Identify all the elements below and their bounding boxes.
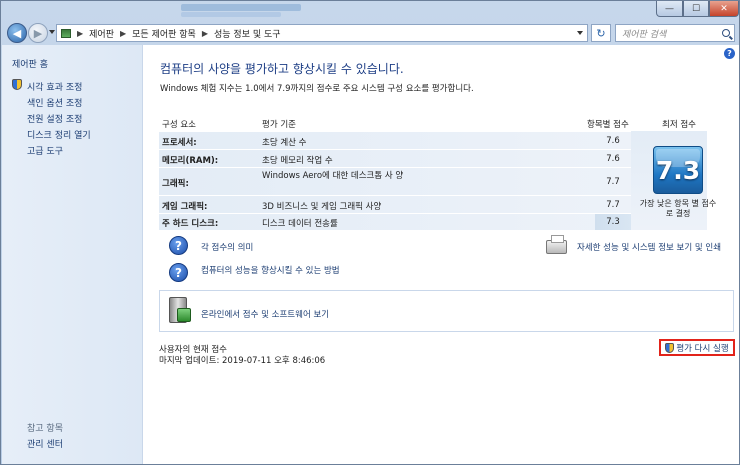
sidebar-item-home[interactable]: 제어판 홈: [12, 57, 48, 70]
help-icon[interactable]: ?: [724, 48, 735, 59]
refresh-button[interactable]: ↻: [591, 24, 611, 42]
address-dropdown-icon[interactable]: [577, 31, 583, 35]
row-component: 게임 그래픽:: [162, 202, 208, 212]
header-base-score: 최저 점수: [662, 120, 696, 130]
maximize-button[interactable]: ☐: [683, 1, 709, 17]
table-header: 구성 요소 평가 기준 항목별 점수 최저 점수: [159, 115, 707, 130]
row-criteria: 초당 메모리 작업 수: [262, 156, 333, 166]
search-icon[interactable]: [722, 29, 730, 37]
rerun-assessment-label: 평가 다시 실행: [676, 343, 729, 354]
breadcrumb-separator[interactable]: ▶: [202, 29, 208, 38]
sidebar-item-disk-cleanup[interactable]: 디스크 정리 열기: [27, 128, 91, 141]
row-score: 7.6: [606, 136, 620, 146]
title-bar-blur-secondary: [181, 12, 281, 17]
back-button[interactable]: ◀: [7, 23, 27, 43]
page-title: 컴퓨터의 사양을 평가하고 향상시킬 수 있습니다.: [160, 62, 404, 76]
title-bar[interactable]: — ☐ ✕: [1, 1, 739, 21]
search-placeholder: 제어판 검색: [622, 29, 667, 40]
row-component: 프로세서:: [162, 138, 197, 148]
question-icon: ?: [169, 236, 188, 255]
control-panel-icon: [61, 28, 71, 38]
table-row: 게임 그래픽: 3D 비즈니스 및 게임 그래픽 사양 7.7: [159, 195, 631, 213]
breadcrumb-separator[interactable]: ▶: [77, 29, 83, 38]
uac-shield-icon: [12, 79, 22, 90]
header-criteria: 평가 기준: [262, 120, 296, 130]
question-icon: ?: [169, 263, 188, 282]
row-component: 그래픽:: [162, 179, 189, 189]
sidebar-item-visual-effects[interactable]: 시각 효과 조정: [27, 80, 82, 93]
row-criteria: Windows Aero에 대한 데스크톱 사 양: [262, 171, 404, 181]
page-description: Windows 체험 지수는 1.0에서 7.9까지의 점수로 주요 시스템 구…: [160, 84, 474, 94]
rerun-assessment-button[interactable]: 평가 다시 실행: [659, 339, 735, 356]
last-updated-label: 마지막 업데이트: 2019-07-11 오후 8:46:06: [159, 356, 326, 366]
link-online-scores[interactable]: 온라인에서 점수 및 소프트웨어 보기: [201, 308, 329, 320]
close-button[interactable]: ✕: [709, 1, 739, 17]
base-score-badge: 7.3: [653, 146, 703, 194]
title-bar-blur: [181, 4, 301, 11]
printer-icon: [546, 235, 567, 254]
table-row: 메모리(RAM): 초당 메모리 작업 수 7.6: [159, 149, 631, 167]
software-box-icon: [169, 297, 191, 323]
forward-button[interactable]: ▶: [28, 23, 48, 43]
table-row: 프로세서: 초당 계산 수 7.6: [159, 131, 631, 149]
breadcrumb-performance[interactable]: 성능 정보 및 도구: [214, 27, 281, 40]
sidebar-item-action-center[interactable]: 관리 센터: [27, 437, 63, 450]
address-bar[interactable]: ▶ 제어판 ▶ 모든 제어판 항목 ▶ 성능 정보 및 도구: [56, 24, 588, 42]
row-score-lowest: 7.3: [595, 214, 631, 230]
uac-shield-icon: [665, 342, 675, 353]
link-score-meaning[interactable]: 각 점수의 의미: [201, 241, 253, 253]
sidebar-item-indexing[interactable]: 색인 옵션 조정: [27, 96, 82, 109]
row-score: 7.6: [606, 154, 620, 164]
header-subscore: 항목별 점수: [587, 120, 629, 130]
row-component: 주 하드 디스크:: [162, 219, 219, 229]
breadcrumb-all-items[interactable]: 모든 제어판 항목: [132, 27, 196, 40]
header-component: 구성 요소: [162, 120, 196, 130]
navigation-bar: ◀ ▶ ▶ 제어판 ▶ 모든 제어판 항목 ▶ 성능 정보 및 도구 ↻ 제어판…: [1, 21, 739, 45]
main-content: ? 컴퓨터의 사양을 평가하고 향상시킬 수 있습니다. Windows 체험 …: [143, 45, 739, 464]
sidebar-item-advanced-tools[interactable]: 고급 도구: [27, 144, 63, 157]
link-view-print-details[interactable]: 자세한 성능 및 시스템 정보 보기 및 인쇄: [577, 241, 721, 253]
breadcrumb-control-panel[interactable]: 제어판: [89, 27, 114, 40]
table-row: 주 하드 디스크: 디스크 데이터 전송률 7.3: [159, 213, 631, 230]
sidebar-see-also-label: 참고 항목: [27, 424, 63, 434]
minimize-button[interactable]: —: [656, 1, 683, 17]
row-component: 메모리(RAM):: [162, 156, 219, 166]
table-row: 그래픽: Windows Aero에 대한 데스크톱 사 양 7.7: [159, 167, 631, 195]
online-panel: 온라인에서 점수 및 소프트웨어 보기: [159, 290, 734, 332]
search-input[interactable]: 제어판 검색: [615, 24, 735, 42]
sidebar: 제어판 홈 시각 효과 조정 색인 옵션 조정 전원 설정 조정 디스크 정리 …: [2, 45, 143, 464]
recent-pages-dropdown[interactable]: [49, 30, 55, 34]
row-criteria: 디스크 데이터 전송률: [262, 219, 338, 229]
base-score-caption: 가장 낮은 항목 별 점수로 결정: [639, 199, 717, 218]
base-score-value: 7.3: [655, 155, 701, 185]
row-score: 7.7: [606, 200, 620, 210]
sidebar-item-power[interactable]: 전원 설정 조정: [27, 112, 82, 125]
row-criteria: 3D 비즈니스 및 게임 그래픽 사양: [262, 202, 382, 212]
breadcrumb-separator[interactable]: ▶: [120, 29, 126, 38]
control-panel-window: — ☐ ✕ ◀ ▶ ▶ 제어판 ▶ 모든 제어판 항목 ▶ 성능 정보 및 도구…: [0, 0, 740, 465]
link-improve-performance[interactable]: 컴퓨터의 성능을 향상시킬 수 있는 방법: [201, 264, 340, 276]
row-criteria: 초당 계산 수: [262, 138, 307, 148]
row-score: 7.7: [606, 177, 620, 187]
